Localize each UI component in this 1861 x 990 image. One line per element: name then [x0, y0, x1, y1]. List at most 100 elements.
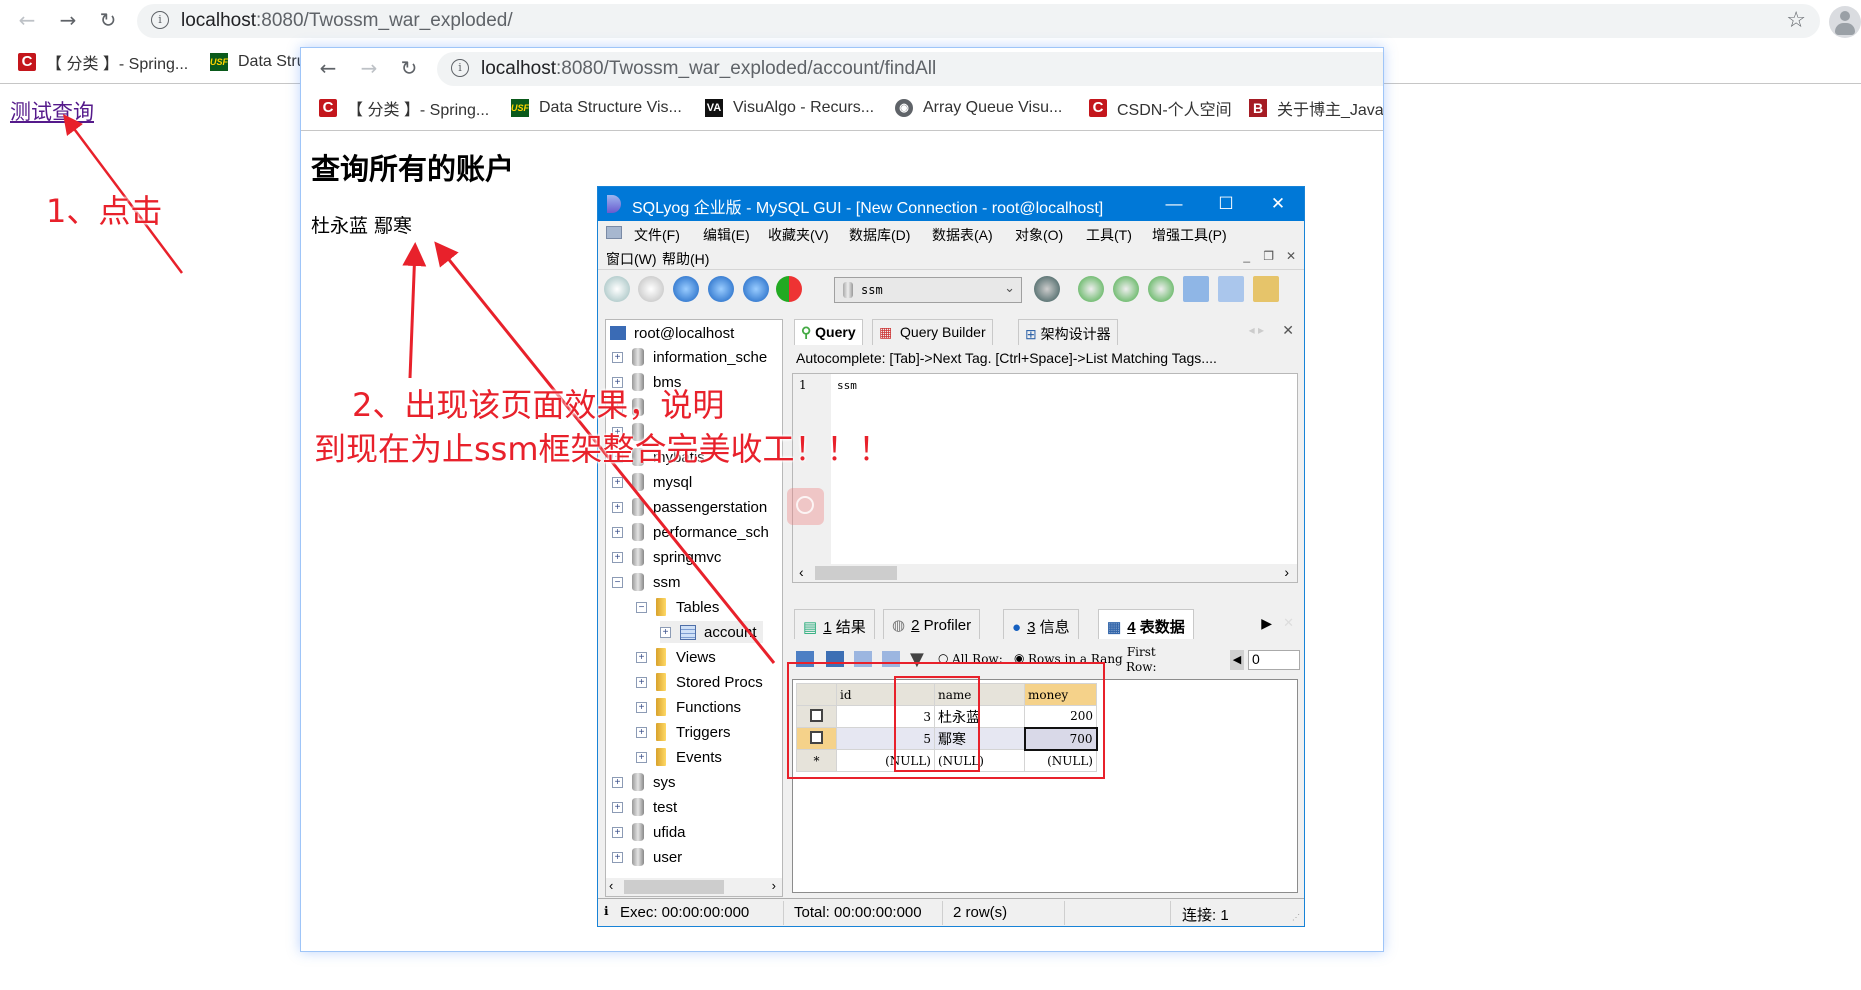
tree-db[interactable]: + ufida	[612, 821, 686, 843]
tab-profiler[interactable]: ◍ 2 Profiler	[883, 609, 981, 639]
bookmark-star-icon[interactable]: ☆	[1786, 8, 1806, 33]
bookmark-item[interactable]: ◉ Array Queue Visu...	[895, 93, 1062, 123]
tree-db-ssm[interactable]: − ssm	[612, 571, 681, 593]
table-schema-icon[interactable]	[1218, 276, 1244, 302]
execute-icon[interactable]	[673, 276, 699, 302]
menu-powertools[interactable]: 增强工具(P)	[1152, 225, 1227, 245]
minimize-button[interactable]: —	[1148, 187, 1200, 221]
prev-rows-button[interactable]: ◀	[1230, 650, 1244, 670]
menu-help[interactable]: 帮助(H)	[662, 249, 709, 269]
expand-icon[interactable]: +	[636, 651, 647, 663]
info-icon[interactable]: i	[151, 11, 169, 29]
menu-tools[interactable]: 工具(T)	[1086, 225, 1132, 245]
back-icon[interactable]: ←	[315, 56, 341, 80]
address-bar[interactable]: i localhost:8080/Twossm_war_exploded/acc…	[437, 52, 1383, 86]
mdi-restore-button[interactable]: ❐	[1263, 249, 1274, 263]
bookmark-item[interactable]: C 【 分类 】- Spring...	[319, 93, 489, 123]
close-button[interactable]: ✕	[1252, 187, 1304, 221]
close-tab-icon[interactable]: ✕	[1282, 322, 1294, 339]
forward-icon[interactable]: →	[356, 56, 382, 80]
user-manager-icon[interactable]	[1034, 276, 1060, 302]
back-icon[interactable]: ←	[14, 8, 40, 32]
reload-icon[interactable]: ↻	[396, 56, 422, 80]
new-connection-icon[interactable]	[604, 276, 630, 302]
execute-all-icon[interactable]	[708, 276, 734, 302]
mdi-minimize-button[interactable]: _	[1243, 249, 1250, 263]
tab-scroll-icon[interactable]: ◂ ▸	[1249, 323, 1264, 337]
backup-icon[interactable]	[1078, 276, 1104, 302]
tab-query[interactable]: ⚲ Query	[794, 319, 863, 345]
bookmark-item[interactable]: B关于博主_Java开	[1249, 93, 1383, 123]
tree-folder[interactable]: + Stored Procs	[636, 671, 763, 693]
restore-icon[interactable]	[1113, 276, 1139, 302]
execute-edit-icon[interactable]	[743, 276, 769, 302]
info-icon[interactable]: i	[451, 59, 469, 77]
expand-icon[interactable]: +	[612, 501, 623, 513]
expand-icon[interactable]: +	[612, 476, 623, 488]
tab-next-icon[interactable]: ▶	[1261, 615, 1272, 632]
tree-db[interactable]: + sys	[612, 771, 676, 793]
table-export-icon[interactable]	[1183, 276, 1209, 302]
resize-grip-icon[interactable]: ⋰	[1292, 913, 1300, 922]
expand-icon[interactable]: +	[612, 551, 623, 563]
menu-table[interactable]: 数据表(A)	[932, 225, 993, 245]
profile-avatar-icon[interactable]	[1829, 6, 1861, 38]
tab-info[interactable]: ● 3 信息	[1003, 609, 1079, 639]
tree-db[interactable]: + passengerstation	[612, 496, 767, 518]
close-tab-icon[interactable]: ✕	[1283, 615, 1294, 631]
tree-db[interactable]: + test	[612, 796, 677, 818]
tree-horizontal-scrollbar[interactable]: ‹ ›	[606, 878, 782, 896]
bookmark-item[interactable]: USF Data Stru	[210, 47, 306, 77]
tab-results[interactable]: ▤ 1 结果	[794, 609, 875, 639]
refresh-objects-icon[interactable]	[776, 276, 802, 302]
scroll-thumb[interactable]	[815, 566, 897, 580]
expand-icon[interactable]: +	[636, 676, 647, 688]
collapse-icon[interactable]: −	[612, 576, 623, 588]
expand-icon[interactable]: +	[636, 701, 647, 713]
scroll-left-icon[interactable]: ‹	[799, 564, 804, 580]
editor-horizontal-scrollbar[interactable]: ‹ ›	[793, 564, 1297, 582]
scroll-right-icon[interactable]: ›	[772, 878, 776, 893]
tree-table-account[interactable]: + account	[660, 621, 763, 643]
tab-query-builder[interactable]: ▦ Query Builder	[872, 319, 993, 345]
tree-folder[interactable]: + Events	[636, 746, 722, 768]
expand-icon[interactable]: +	[636, 751, 647, 763]
menu-database[interactable]: 数据库(D)	[849, 225, 910, 245]
tree-folder[interactable]: + Functions	[636, 696, 741, 718]
expand-icon[interactable]: +	[636, 726, 647, 738]
tree-folder-tables[interactable]: − Tables	[636, 596, 719, 618]
menu-favorites[interactable]: 收藏夹(V)	[768, 225, 829, 245]
maximize-button[interactable]: ☐	[1200, 187, 1252, 221]
mdi-close-button[interactable]: ✕	[1286, 249, 1296, 263]
menu-edit[interactable]: 编辑(E)	[703, 225, 750, 245]
tree-db[interactable]: + mysql	[612, 471, 692, 493]
scroll-left-icon[interactable]: ‹	[609, 878, 613, 893]
database-select[interactable]: ssm ⌄	[834, 277, 1022, 303]
bookmark-item[interactable]: USF Data Structure Vis...	[511, 93, 682, 123]
collapse-icon[interactable]: −	[636, 601, 647, 613]
expand-icon[interactable]: +	[660, 626, 671, 638]
address-bar[interactable]: i localhost:8080/Twossm_war_exploded/ ☆	[137, 4, 1820, 38]
first-row-input[interactable]: 0	[1248, 650, 1300, 670]
expand-icon[interactable]: +	[612, 526, 623, 538]
menu-window[interactable]: 窗口(W)	[606, 249, 657, 269]
new-query-icon[interactable]	[638, 276, 664, 302]
tree-db[interactable]: + user	[612, 846, 682, 868]
bookmark-item[interactable]: C CSDN-个人空间	[1089, 93, 1232, 123]
import-icon[interactable]	[1148, 276, 1174, 302]
scroll-right-icon[interactable]: ›	[1284, 564, 1289, 580]
expand-icon[interactable]: +	[612, 851, 623, 863]
tab-schema-designer[interactable]: ⊞ 架构设计器	[1018, 319, 1118, 345]
menu-file[interactable]: 文件(F)	[634, 225, 680, 245]
bookmark-item[interactable]: VA VisuAlgo - Recurs...	[705, 93, 874, 123]
tree-folder[interactable]: + Triggers	[636, 721, 730, 743]
scroll-thumb[interactable]	[624, 880, 724, 894]
bookmark-item[interactable]: C 【 分类 】- Spring...	[18, 47, 188, 77]
expand-icon[interactable]: +	[612, 801, 623, 813]
test-query-link[interactable]: 测试查询	[10, 96, 94, 126]
tab-table-data[interactable]: ▦ 4 表数据	[1098, 609, 1194, 639]
table-index-icon[interactable]	[1253, 276, 1279, 302]
reload-icon[interactable]: ↻	[95, 8, 121, 32]
tree-db[interactable]: + performance_sch	[612, 521, 769, 543]
menu-object[interactable]: 对象(O)	[1015, 225, 1063, 245]
